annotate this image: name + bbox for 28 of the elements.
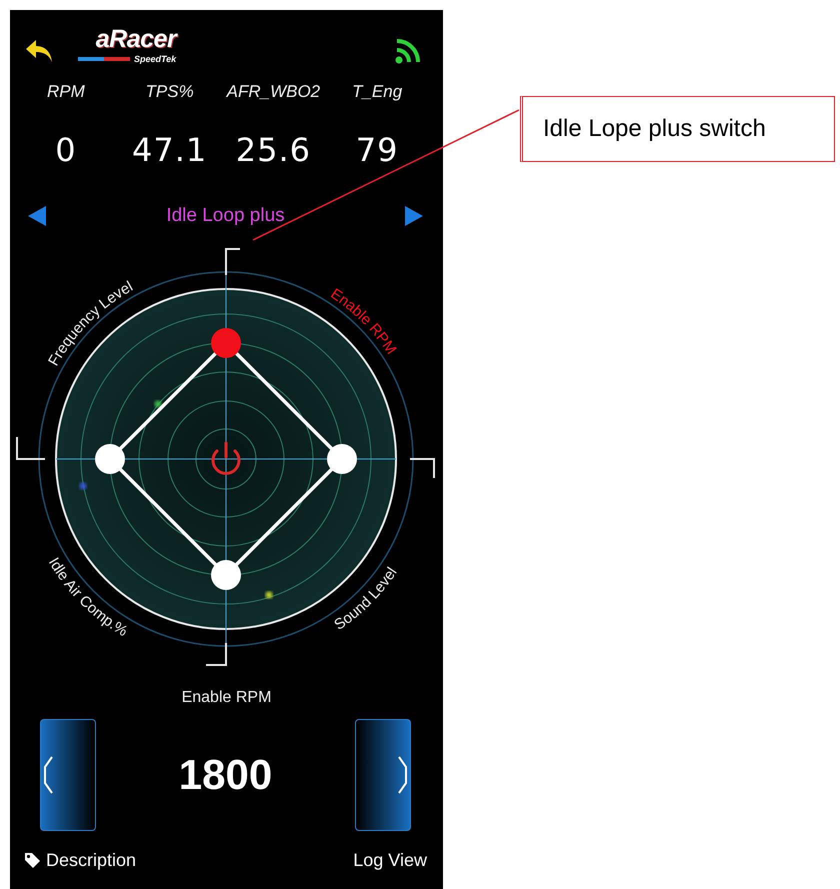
description-button[interactable]: Description [24, 850, 136, 871]
tag-icon [24, 852, 41, 869]
log-view-button[interactable]: Log View [353, 850, 427, 871]
chevron-left-icon [41, 755, 55, 795]
app-logo: aRacer SpeedTek [78, 25, 176, 64]
right-triangle-icon[interactable] [404, 206, 423, 226]
decrease-button[interactable] [40, 719, 96, 831]
left-triangle-icon[interactable] [28, 206, 46, 226]
metric-value: 79 [354, 130, 400, 171]
radar-handle[interactable] [95, 444, 125, 474]
radar-handle[interactable] [327, 444, 357, 474]
radar-handle[interactable] [211, 328, 241, 358]
increase-button[interactable] [355, 719, 411, 831]
metric-label: RPM [46, 81, 86, 103]
mode-title: Idle Loop plus [166, 205, 285, 227]
stepper-label: Enable RPM [180, 688, 272, 708]
metric-value: 0 [54, 130, 78, 171]
radar-handle[interactable] [211, 560, 241, 590]
metric-label: AFR_WBO2 [225, 81, 322, 103]
callout-note: Idle Lope plus switch [520, 96, 835, 162]
metric-label: TPS% [144, 81, 195, 103]
metric-value: 47.1 [131, 130, 208, 171]
power-icon[interactable] [212, 442, 240, 475]
metric-value: 25.6 [234, 130, 312, 171]
back-arrow-icon[interactable] [24, 38, 54, 64]
chevron-right-icon [396, 755, 410, 795]
metric-label: T_Eng [351, 81, 404, 103]
stepper-value: 1800 [178, 751, 274, 799]
